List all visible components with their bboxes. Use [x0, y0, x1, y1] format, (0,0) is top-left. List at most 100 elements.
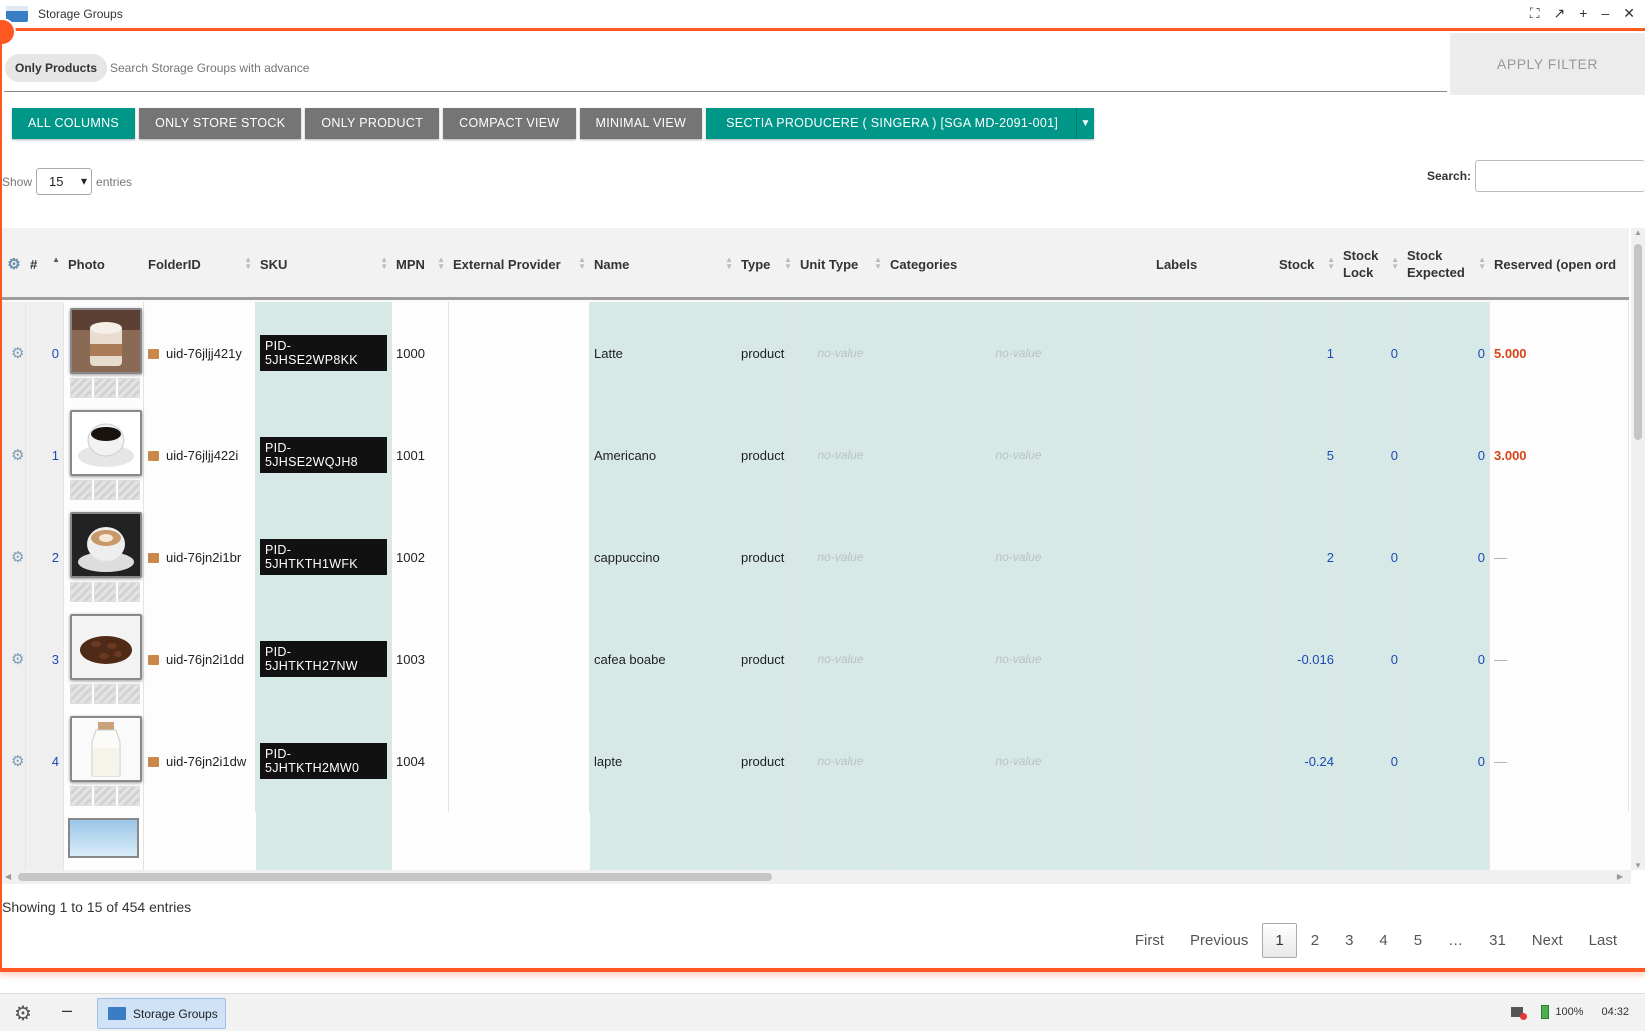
- cell-photo[interactable]: [64, 608, 144, 710]
- scroll-up-icon[interactable]: ▲: [1634, 228, 1642, 237]
- photo-thumb-empty[interactable]: [118, 378, 140, 398]
- page-3-button[interactable]: 3: [1333, 924, 1365, 957]
- gear-icon[interactable]: ⚙: [6, 752, 24, 770]
- table-search-input[interactable]: [1475, 160, 1645, 192]
- col-external-provider[interactable]: External Provider ▲ ▼: [449, 228, 590, 300]
- all-columns-button[interactable]: ALL COLUMNS: [12, 108, 136, 139]
- photo-thumb-empty[interactable]: [118, 684, 140, 704]
- previous-page-button[interactable]: Previous: [1178, 924, 1260, 957]
- minimize-icon[interactable]: –: [1601, 5, 1609, 22]
- photo-thumb-empty[interactable]: [70, 480, 92, 500]
- cell-folderid[interactable]: uid-76jljj421y: [144, 302, 256, 404]
- col-stock-expected[interactable]: Stock Expected ▲ ▼: [1403, 228, 1490, 300]
- product-photo[interactable]: [68, 306, 142, 400]
- settings-gear-icon[interactable]: ⚙: [14, 1001, 32, 1026]
- photo-milk[interactable]: [70, 716, 142, 782]
- photo-thumb-empty[interactable]: [70, 378, 92, 398]
- maximize-icon[interactable]: +: [1579, 5, 1587, 22]
- cell-folderid[interactable]: uid-76jn2i1dd: [144, 608, 256, 710]
- scroll-down-icon[interactable]: ▼: [1634, 861, 1642, 870]
- photo-latte[interactable]: [70, 308, 142, 374]
- taskbar-item-storage-groups[interactable]: Storage Groups: [97, 998, 226, 1029]
- table-row[interactable]: ⚙ 1 uid-76jljj422i PID-5JHSE2WQJH8 1001 Ameri…: [2, 404, 1629, 511]
- battery-status[interactable]: 100%: [1541, 1005, 1583, 1019]
- gear-icon[interactable]: ⚙: [6, 650, 24, 668]
- table-row[interactable]: ⚙ 0 uid-76jljj421y PID-5JHSE2WP8KK 1000 Latte…: [2, 302, 1629, 409]
- compact-view-button[interactable]: COMPACT VIEW: [443, 108, 576, 139]
- photo-thumb-empty[interactable]: [118, 480, 140, 500]
- product-photo[interactable]: [68, 408, 142, 502]
- col-unit-type[interactable]: Unit Type ▲ ▼: [796, 228, 886, 300]
- product-photo[interactable]: [68, 818, 139, 858]
- cell-photo[interactable]: [64, 404, 144, 506]
- col-index[interactable]: # ▲: [26, 228, 64, 300]
- horizontal-scroll-thumb[interactable]: [18, 873, 772, 881]
- col-mpn[interactable]: MPN ▲ ▼: [392, 228, 449, 300]
- row-settings[interactable]: ⚙: [2, 404, 26, 506]
- gear-icon[interactable]: ⚙: [6, 344, 24, 362]
- photo-thumb-empty[interactable]: [94, 378, 116, 398]
- cell-folderid[interactable]: uid-76jn2i1dw: [144, 710, 256, 812]
- cell-photo[interactable]: [64, 302, 144, 404]
- photo-cappuccino[interactable]: [70, 512, 142, 578]
- table-row[interactable]: ⚙ 3 uid-76jn2i1dd PID-5JHTKTH27NW 1003 cafea …: [2, 608, 1629, 715]
- storage-group-dropdown[interactable]: SECTIA PRODUCERE ( SINGERA ) [SGA MD-209…: [706, 108, 1095, 139]
- entries-select[interactable]: 15: [36, 168, 93, 195]
- photo-thumb-empty[interactable]: [94, 582, 116, 602]
- next-page-button[interactable]: Next: [1520, 924, 1575, 957]
- minimize-all-icon[interactable]: –: [62, 1000, 72, 1021]
- col-type[interactable]: Type ▲ ▼: [737, 228, 796, 300]
- table-row[interactable]: [2, 812, 1629, 870]
- scroll-right-icon[interactable]: ▶: [1617, 872, 1623, 881]
- photo-thumb-empty[interactable]: [118, 786, 140, 806]
- photo-thumb-empty[interactable]: [94, 786, 116, 806]
- table-row[interactable]: ⚙ 2 uid-76jn2i1br PID-5JHTKTH1WFK 1002 cappuc…: [2, 506, 1629, 613]
- vertical-scrollbar[interactable]: ▲ ▼: [1631, 228, 1645, 870]
- network-icon[interactable]: [1511, 1007, 1528, 1020]
- product-photo[interactable]: [68, 714, 142, 808]
- header-settings[interactable]: ⚙: [2, 228, 26, 300]
- col-folderid[interactable]: FolderID ▲ ▼: [144, 228, 256, 300]
- photo-thumb-empty[interactable]: [94, 480, 116, 500]
- vertical-scroll-thumb[interactable]: [1634, 244, 1642, 440]
- row-settings[interactable]: ⚙: [2, 710, 26, 812]
- close-icon[interactable]: ✕: [1623, 5, 1635, 22]
- minimal-view-button[interactable]: MINIMAL VIEW: [579, 108, 703, 139]
- row-settings[interactable]: ⚙: [2, 302, 26, 404]
- page-31-button[interactable]: 31: [1477, 924, 1518, 957]
- apply-filter-button[interactable]: APPLY FILTER: [1450, 33, 1645, 95]
- cell-photo[interactable]: [64, 506, 144, 608]
- photo-thumb-empty[interactable]: [118, 582, 140, 602]
- col-sku[interactable]: SKU ▲ ▼: [256, 228, 392, 300]
- col-reserved[interactable]: Reserved (open ord: [1490, 228, 1629, 300]
- product-photo[interactable]: [68, 510, 142, 604]
- photo-beans[interactable]: [70, 614, 142, 680]
- gear-icon[interactable]: ⚙: [6, 446, 24, 464]
- col-stock[interactable]: Stock ▲ ▼: [1275, 228, 1339, 300]
- row-settings[interactable]: ⚙: [2, 506, 26, 608]
- page-2-button[interactable]: 2: [1299, 924, 1331, 957]
- photo-thumb-empty[interactable]: [70, 786, 92, 806]
- cell-folderid[interactable]: uid-76jljj422i: [144, 404, 256, 506]
- page-4-button[interactable]: 4: [1367, 924, 1399, 957]
- table-row[interactable]: ⚙ 4 uid-76jn2i1dw PID-5JHTKTH2MW0 1004 lapte p…: [2, 710, 1629, 817]
- scroll-left-icon[interactable]: ◀: [5, 872, 11, 881]
- last-page-button[interactable]: Last: [1577, 924, 1629, 957]
- popout-icon[interactable]: ↗: [1554, 5, 1566, 22]
- horizontal-scrollbar[interactable]: ◀ ▶: [2, 870, 1631, 884]
- chevron-down-icon[interactable]: ▼: [1076, 108, 1094, 139]
- first-page-button[interactable]: First: [1123, 924, 1176, 957]
- row-settings[interactable]: ⚙: [2, 608, 26, 710]
- cell-folderid[interactable]: uid-76jn2i1br: [144, 506, 256, 608]
- only-store-stock-button[interactable]: ONLY STORE STOCK: [139, 108, 302, 139]
- col-name[interactable]: Name ▲ ▼: [590, 228, 737, 300]
- photo-americano[interactable]: [70, 410, 142, 476]
- page-5-button[interactable]: 5: [1402, 924, 1434, 957]
- col-stock-lock[interactable]: Stock Lock ▲ ▼: [1339, 228, 1403, 300]
- advanced-search-input[interactable]: [110, 55, 310, 81]
- photo-thumb-empty[interactable]: [70, 582, 92, 602]
- product-photo[interactable]: [68, 612, 142, 706]
- page-1-button[interactable]: 1: [1262, 923, 1297, 958]
- photo-thumb-empty[interactable]: [94, 684, 116, 704]
- only-products-chip[interactable]: Only Products: [5, 54, 108, 82]
